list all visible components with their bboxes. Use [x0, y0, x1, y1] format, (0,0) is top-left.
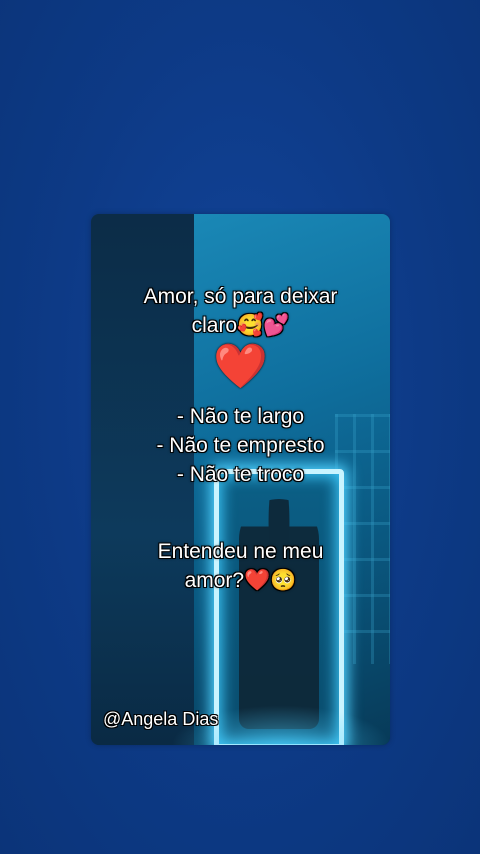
question-line-2: amor?❤️🥺	[184, 569, 297, 592]
author-watermark: @Angela Dias	[103, 709, 219, 729]
video-frame[interactable]: Amor, só para deixar claro🥰💕 ❤️ - Não te…	[91, 214, 390, 745]
question-line-1: Entendeu ne meu	[157, 540, 324, 563]
intro-line-1: Amor, só para deixar	[143, 285, 338, 308]
promise-item: - Não te largo	[176, 405, 305, 428]
promise-list: - Não te largo - Não te empresto - Não t…	[91, 402, 390, 489]
couple-silhouette	[239, 499, 319, 729]
intro-text: Amor, só para deixar claro🥰💕	[91, 282, 390, 340]
promise-item: - Não te empresto	[156, 434, 325, 457]
intro-line-2: claro🥰💕	[191, 314, 290, 337]
red-heart-icon: ❤️	[213, 342, 268, 391]
promise-item: - Não te troco	[176, 463, 305, 486]
closing-question: Entendeu ne meu amor?❤️🥺	[91, 537, 390, 595]
